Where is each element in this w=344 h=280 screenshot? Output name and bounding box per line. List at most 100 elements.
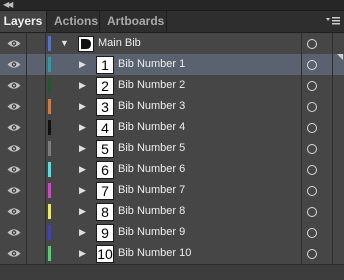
triangle-down-icon[interactable]: ▼ [60, 33, 69, 54]
column-divider [301, 243, 302, 264]
column-divider [301, 180, 302, 201]
lock-toggle[interactable] [27, 201, 46, 222]
visibility-toggle[interactable] [0, 33, 27, 54]
layer-name: Bib Number 3 [118, 100, 186, 112]
layer-name: Bib Number 9 [118, 226, 186, 238]
eye-icon [7, 61, 21, 68]
target-circle-icon[interactable] [307, 228, 317, 238]
target-circle-icon[interactable] [307, 123, 317, 133]
eye-icon [7, 145, 21, 152]
column-divider [301, 117, 302, 138]
tab-layers[interactable]: Layers [0, 11, 47, 32]
column-divider [332, 243, 333, 264]
lock-toggle[interactable] [27, 243, 46, 264]
layer-name: Bib Number 10 [118, 247, 192, 259]
layer-row-main-bib[interactable]: ▼ Main Bib [0, 33, 344, 55]
lock-toggle[interactable] [27, 138, 46, 159]
layer-row[interactable]: ▶ 4 Bib Number 4 [0, 117, 344, 139]
layer-row[interactable]: ▶ 9 Bib Number 9 [0, 222, 344, 244]
column-divider [332, 138, 333, 159]
triangle-right-icon[interactable]: ▶ [79, 54, 86, 75]
layer-row[interactable]: ▶ 10 Bib Number 10 [0, 243, 344, 265]
lock-toggle[interactable] [27, 54, 46, 75]
triangle-right-icon[interactable]: ▶ [79, 138, 86, 159]
target-circle-icon[interactable] [307, 165, 317, 175]
target-circle-icon[interactable] [307, 81, 317, 91]
layer-row[interactable]: ▶ 6 Bib Number 6 [0, 159, 344, 181]
layer-color-swatch [48, 78, 51, 93]
layer-thumbnail: 5 [96, 140, 114, 158]
visibility-toggle[interactable] [0, 201, 27, 222]
tab-artboards[interactable]: Artboards [107, 11, 164, 32]
lock-toggle[interactable] [27, 222, 46, 243]
triangle-right-icon[interactable]: ▶ [79, 180, 86, 201]
column-divider [332, 54, 333, 75]
eye-icon [7, 124, 21, 131]
layer-color-swatch [48, 99, 51, 114]
layer-thumbnail: 4 [96, 119, 114, 137]
eye-icon [7, 40, 21, 47]
triangle-right-icon[interactable]: ▶ [79, 201, 86, 222]
triangle-right-icon[interactable]: ▶ [79, 159, 86, 180]
column-divider [332, 159, 333, 180]
eye-icon [7, 187, 21, 194]
lock-toggle[interactable] [27, 33, 46, 54]
column-divider [332, 33, 333, 54]
lock-toggle[interactable] [27, 75, 46, 96]
target-circle-icon[interactable] [307, 60, 317, 70]
column-divider [301, 96, 302, 117]
layer-color-swatch [48, 246, 51, 261]
triangle-right-icon[interactable]: ▶ [79, 96, 86, 117]
visibility-toggle[interactable] [0, 138, 27, 159]
triangle-right-icon[interactable]: ▶ [79, 243, 86, 264]
tab-divider [99, 11, 100, 32]
column-divider [332, 180, 333, 201]
triangle-right-icon[interactable]: ▶ [79, 75, 86, 96]
target-circle-icon[interactable] [307, 144, 317, 154]
visibility-toggle[interactable] [0, 243, 27, 264]
target-circle-icon[interactable] [307, 39, 317, 49]
eye-icon [7, 250, 21, 257]
layer-thumbnail: 8 [96, 203, 114, 221]
visibility-toggle[interactable] [0, 180, 27, 201]
triangle-right-icon[interactable]: ▶ [79, 222, 86, 243]
target-circle-icon[interactable] [307, 102, 317, 112]
target-circle-icon[interactable] [307, 207, 317, 217]
layer-row[interactable]: ▶ 1 Bib Number 1 [0, 54, 344, 76]
lock-toggle[interactable] [27, 117, 46, 138]
column-divider [301, 201, 302, 222]
visibility-toggle[interactable] [0, 222, 27, 243]
layer-thumbnail: 6 [96, 161, 114, 179]
layer-color-swatch [48, 141, 51, 156]
visibility-toggle[interactable] [0, 159, 27, 180]
eye-icon [7, 208, 21, 215]
lock-toggle[interactable] [27, 96, 46, 117]
collapse-double-arrow-icon[interactable]: ◀◀ [3, 0, 13, 10]
column-divider [301, 222, 302, 243]
layer-row[interactable]: ▶ 2 Bib Number 2 [0, 75, 344, 97]
layer-thumbnail: 1 [96, 56, 114, 74]
layer-row[interactable]: ▶ 8 Bib Number 8 [0, 201, 344, 223]
triangle-right-icon[interactable]: ▶ [79, 117, 86, 138]
column-divider [301, 75, 302, 96]
target-circle-icon[interactable] [307, 186, 317, 196]
layer-name: Bib Number 5 [118, 142, 186, 154]
panel-menu-icon[interactable] [325, 14, 341, 28]
layer-row[interactable]: ▶ 3 Bib Number 3 [0, 96, 344, 118]
visibility-toggle[interactable] [0, 96, 27, 117]
layer-name: Bib Number 1 [118, 58, 186, 70]
layer-color-swatch [48, 36, 51, 51]
layer-row[interactable]: ▶ 5 Bib Number 5 [0, 138, 344, 160]
visibility-toggle[interactable] [0, 75, 27, 96]
visibility-toggle[interactable] [0, 54, 27, 75]
layer-thumbnail [78, 36, 94, 52]
layer-row[interactable]: ▶ 7 Bib Number 7 [0, 180, 344, 202]
lock-toggle[interactable] [27, 180, 46, 201]
layer-name: Bib Number 2 [118, 79, 186, 91]
column-divider [301, 159, 302, 180]
visibility-toggle[interactable] [0, 117, 27, 138]
tab-actions[interactable]: Actions [54, 11, 98, 32]
target-circle-icon[interactable] [307, 249, 317, 259]
lock-toggle[interactable] [27, 159, 46, 180]
layer-thumbnail: 2 [96, 77, 114, 95]
